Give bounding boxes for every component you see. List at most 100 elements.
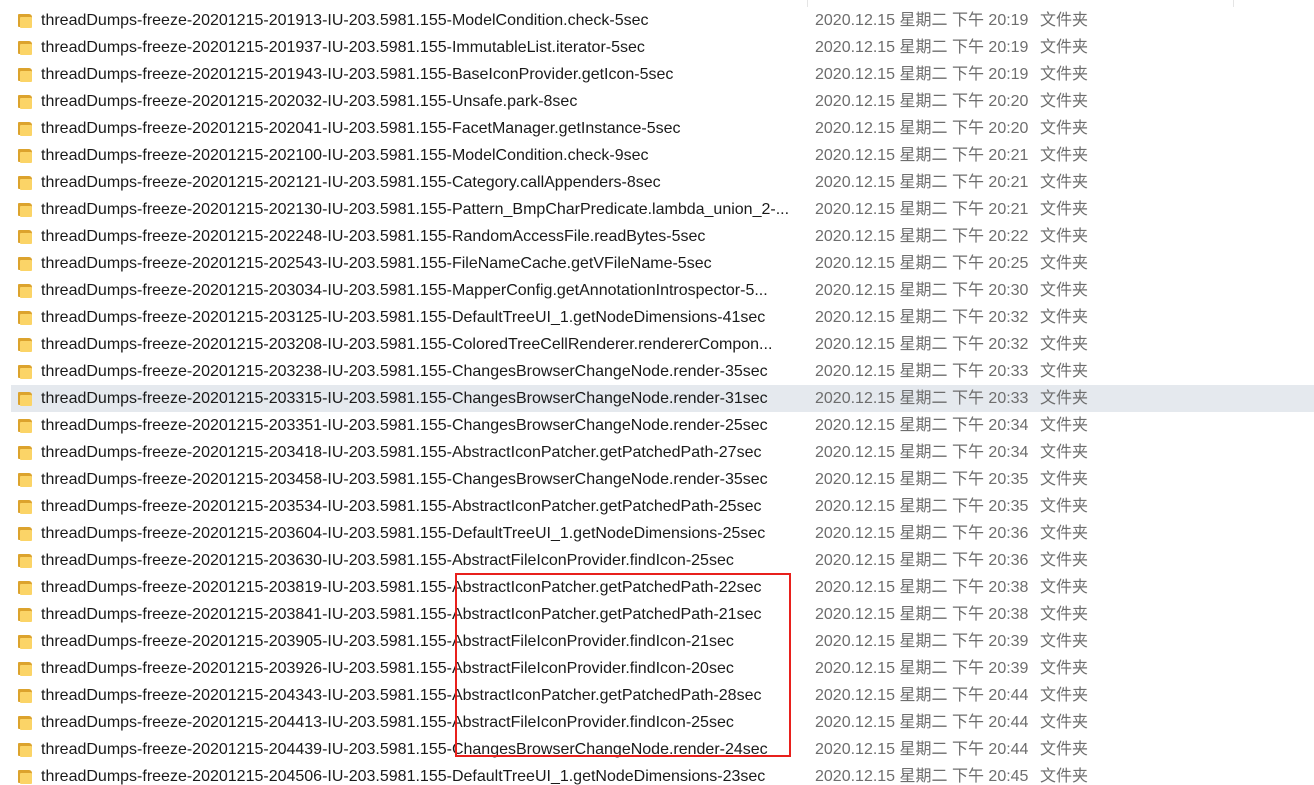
- modified-date: 2020.12.15 星期二 下午 20:34: [815, 417, 1029, 434]
- folder-row[interactable]: threadDumps-freeze-20201215-203604-IU-20…: [11, 520, 1314, 547]
- folder-name: threadDumps-freeze-20201215-201943-IU-20…: [41, 66, 674, 83]
- modified-date: 2020.12.15 星期二 下午 20:21: [815, 147, 1029, 164]
- folder-name: threadDumps-freeze-20201215-204343-IU-20…: [41, 687, 762, 704]
- item-type: 文件夹: [1040, 201, 1089, 218]
- folder-row[interactable]: threadDumps-freeze-20201215-203819-IU-20…: [11, 574, 1314, 601]
- folder-row[interactable]: threadDumps-freeze-20201215-203125-IU-20…: [11, 304, 1314, 331]
- folder-row[interactable]: threadDumps-freeze-20201215-201937-IU-20…: [11, 34, 1314, 61]
- modified-date: 2020.12.15 星期二 下午 20:20: [815, 93, 1029, 110]
- item-type: 文件夹: [1040, 390, 1089, 407]
- folder-row[interactable]: threadDumps-freeze-20201215-202130-IU-20…: [11, 196, 1314, 223]
- folder-name: threadDumps-freeze-20201215-202032-IU-20…: [41, 93, 578, 110]
- item-type: 文件夹: [1040, 633, 1089, 650]
- folder-row[interactable]: threadDumps-freeze-20201215-203208-IU-20…: [11, 331, 1314, 358]
- folder-icon: [18, 688, 32, 703]
- folder-icon: [18, 283, 32, 298]
- modified-date: 2020.12.15 星期二 下午 20:19: [815, 12, 1029, 29]
- modified-date: 2020.12.15 星期二 下午 20:44: [815, 714, 1029, 731]
- item-type: 文件夹: [1040, 741, 1089, 758]
- folder-row[interactable]: threadDumps-freeze-20201215-202032-IU-20…: [11, 88, 1314, 115]
- folder-icon: [18, 391, 32, 406]
- folder-row[interactable]: threadDumps-freeze-20201215-203315-IU-20…: [11, 385, 1314, 412]
- modified-date: 2020.12.15 星期二 下午 20:39: [815, 660, 1029, 677]
- folder-row[interactable]: threadDumps-freeze-20201215-203238-IU-20…: [11, 358, 1314, 385]
- folder-row[interactable]: threadDumps-freeze-20201215-202100-IU-20…: [11, 142, 1314, 169]
- folder-row[interactable]: threadDumps-freeze-20201215-203034-IU-20…: [11, 277, 1314, 304]
- folder-icon: [18, 715, 32, 730]
- folder-row[interactable]: threadDumps-freeze-20201215-203458-IU-20…: [11, 466, 1314, 493]
- folder-row[interactable]: threadDumps-freeze-20201215-201913-IU-20…: [11, 7, 1314, 34]
- folder-name: threadDumps-freeze-20201215-203125-IU-20…: [41, 309, 766, 326]
- folder-row[interactable]: threadDumps-freeze-20201215-203351-IU-20…: [11, 412, 1314, 439]
- folder-row[interactable]: threadDumps-freeze-20201215-203841-IU-20…: [11, 601, 1314, 628]
- item-type: 文件夹: [1040, 12, 1089, 29]
- item-type: 文件夹: [1040, 471, 1089, 488]
- folder-icon: [18, 94, 32, 109]
- item-type: 文件夹: [1040, 39, 1089, 56]
- folder-name: threadDumps-freeze-20201215-203905-IU-20…: [41, 633, 734, 650]
- folder-icon: [18, 472, 32, 487]
- folder-name: threadDumps-freeze-20201215-203458-IU-20…: [41, 471, 768, 488]
- folder-icon: [18, 445, 32, 460]
- folder-icon: [18, 175, 32, 190]
- folder-name: threadDumps-freeze-20201215-202100-IU-20…: [41, 147, 649, 164]
- modified-date: 2020.12.15 星期二 下午 20:35: [815, 471, 1029, 488]
- folder-row[interactable]: threadDumps-freeze-20201215-202121-IU-20…: [11, 169, 1314, 196]
- folder-name: threadDumps-freeze-20201215-203315-IU-20…: [41, 390, 768, 407]
- item-type: 文件夹: [1040, 687, 1089, 704]
- folder-row[interactable]: threadDumps-freeze-20201215-204506-IU-20…: [11, 763, 1314, 785]
- folder-name: threadDumps-freeze-20201215-203534-IU-20…: [41, 498, 762, 515]
- folder-row[interactable]: threadDumps-freeze-20201215-202041-IU-20…: [11, 115, 1314, 142]
- item-type: 文件夹: [1040, 525, 1089, 542]
- folder-icon: [18, 580, 32, 595]
- folder-row[interactable]: threadDumps-freeze-20201215-204439-IU-20…: [11, 736, 1314, 763]
- item-type: 文件夹: [1040, 498, 1089, 515]
- folder-row[interactable]: threadDumps-freeze-20201215-203905-IU-20…: [11, 628, 1314, 655]
- folder-icon: [18, 742, 32, 757]
- folder-name: threadDumps-freeze-20201215-201913-IU-20…: [41, 12, 649, 29]
- modified-date: 2020.12.15 星期二 下午 20:19: [815, 39, 1029, 56]
- modified-date: 2020.12.15 星期二 下午 20:32: [815, 309, 1029, 326]
- folder-name: threadDumps-freeze-20201215-202248-IU-20…: [41, 228, 706, 245]
- item-type: 文件夹: [1040, 417, 1089, 434]
- modified-date: 2020.12.15 星期二 下午 20:38: [815, 606, 1029, 623]
- item-type: 文件夹: [1040, 66, 1089, 83]
- folder-icon: [18, 40, 32, 55]
- modified-date: 2020.12.15 星期二 下午 20:44: [815, 741, 1029, 758]
- folder-row[interactable]: threadDumps-freeze-20201215-203534-IU-20…: [11, 493, 1314, 520]
- modified-date: 2020.12.15 星期二 下午 20:22: [815, 228, 1029, 245]
- modified-date: 2020.12.15 星期二 下午 20:25: [815, 255, 1029, 272]
- folder-row[interactable]: threadDumps-freeze-20201215-203630-IU-20…: [11, 547, 1314, 574]
- folder-row[interactable]: threadDumps-freeze-20201215-204413-IU-20…: [11, 709, 1314, 736]
- item-type: 文件夹: [1040, 579, 1089, 596]
- folder-row[interactable]: threadDumps-freeze-20201215-203926-IU-20…: [11, 655, 1314, 682]
- item-type: 文件夹: [1040, 768, 1089, 785]
- folder-name: threadDumps-freeze-20201215-203630-IU-20…: [41, 552, 734, 569]
- folder-row[interactable]: threadDumps-freeze-20201215-201943-IU-20…: [11, 61, 1314, 88]
- item-type: 文件夹: [1040, 444, 1089, 461]
- folder-row[interactable]: threadDumps-freeze-20201215-204343-IU-20…: [11, 682, 1314, 709]
- file-list: threadDumps-freeze-20201215-201913-IU-20…: [11, 7, 1314, 785]
- folder-icon: [18, 499, 32, 514]
- column-divider[interactable]: [1233, 0, 1234, 7]
- folder-row[interactable]: threadDumps-freeze-20201215-202543-IU-20…: [11, 250, 1314, 277]
- item-type: 文件夹: [1040, 552, 1089, 569]
- modified-date: 2020.12.15 星期二 下午 20:45: [815, 768, 1029, 785]
- modified-date: 2020.12.15 星期二 下午 20:36: [815, 525, 1029, 542]
- folder-row[interactable]: threadDumps-freeze-20201215-203418-IU-20…: [11, 439, 1314, 466]
- item-type: 文件夹: [1040, 660, 1089, 677]
- folder-icon: [18, 148, 32, 163]
- modified-date: 2020.12.15 星期二 下午 20:30: [815, 282, 1029, 299]
- modified-date: 2020.12.15 星期二 下午 20:39: [815, 633, 1029, 650]
- folder-name: threadDumps-freeze-20201215-203034-IU-20…: [41, 282, 768, 299]
- folder-name: threadDumps-freeze-20201215-201937-IU-20…: [41, 39, 645, 56]
- folder-name: threadDumps-freeze-20201215-204413-IU-20…: [41, 714, 734, 731]
- folder-icon: [18, 229, 32, 244]
- folder-icon: [18, 67, 32, 82]
- folder-name: threadDumps-freeze-20201215-202130-IU-20…: [41, 201, 790, 218]
- modified-date: 2020.12.15 星期二 下午 20:44: [815, 687, 1029, 704]
- folder-name: threadDumps-freeze-20201215-203819-IU-20…: [41, 579, 762, 596]
- column-divider[interactable]: [807, 0, 808, 7]
- folder-row[interactable]: threadDumps-freeze-20201215-202248-IU-20…: [11, 223, 1314, 250]
- folder-icon: [18, 418, 32, 433]
